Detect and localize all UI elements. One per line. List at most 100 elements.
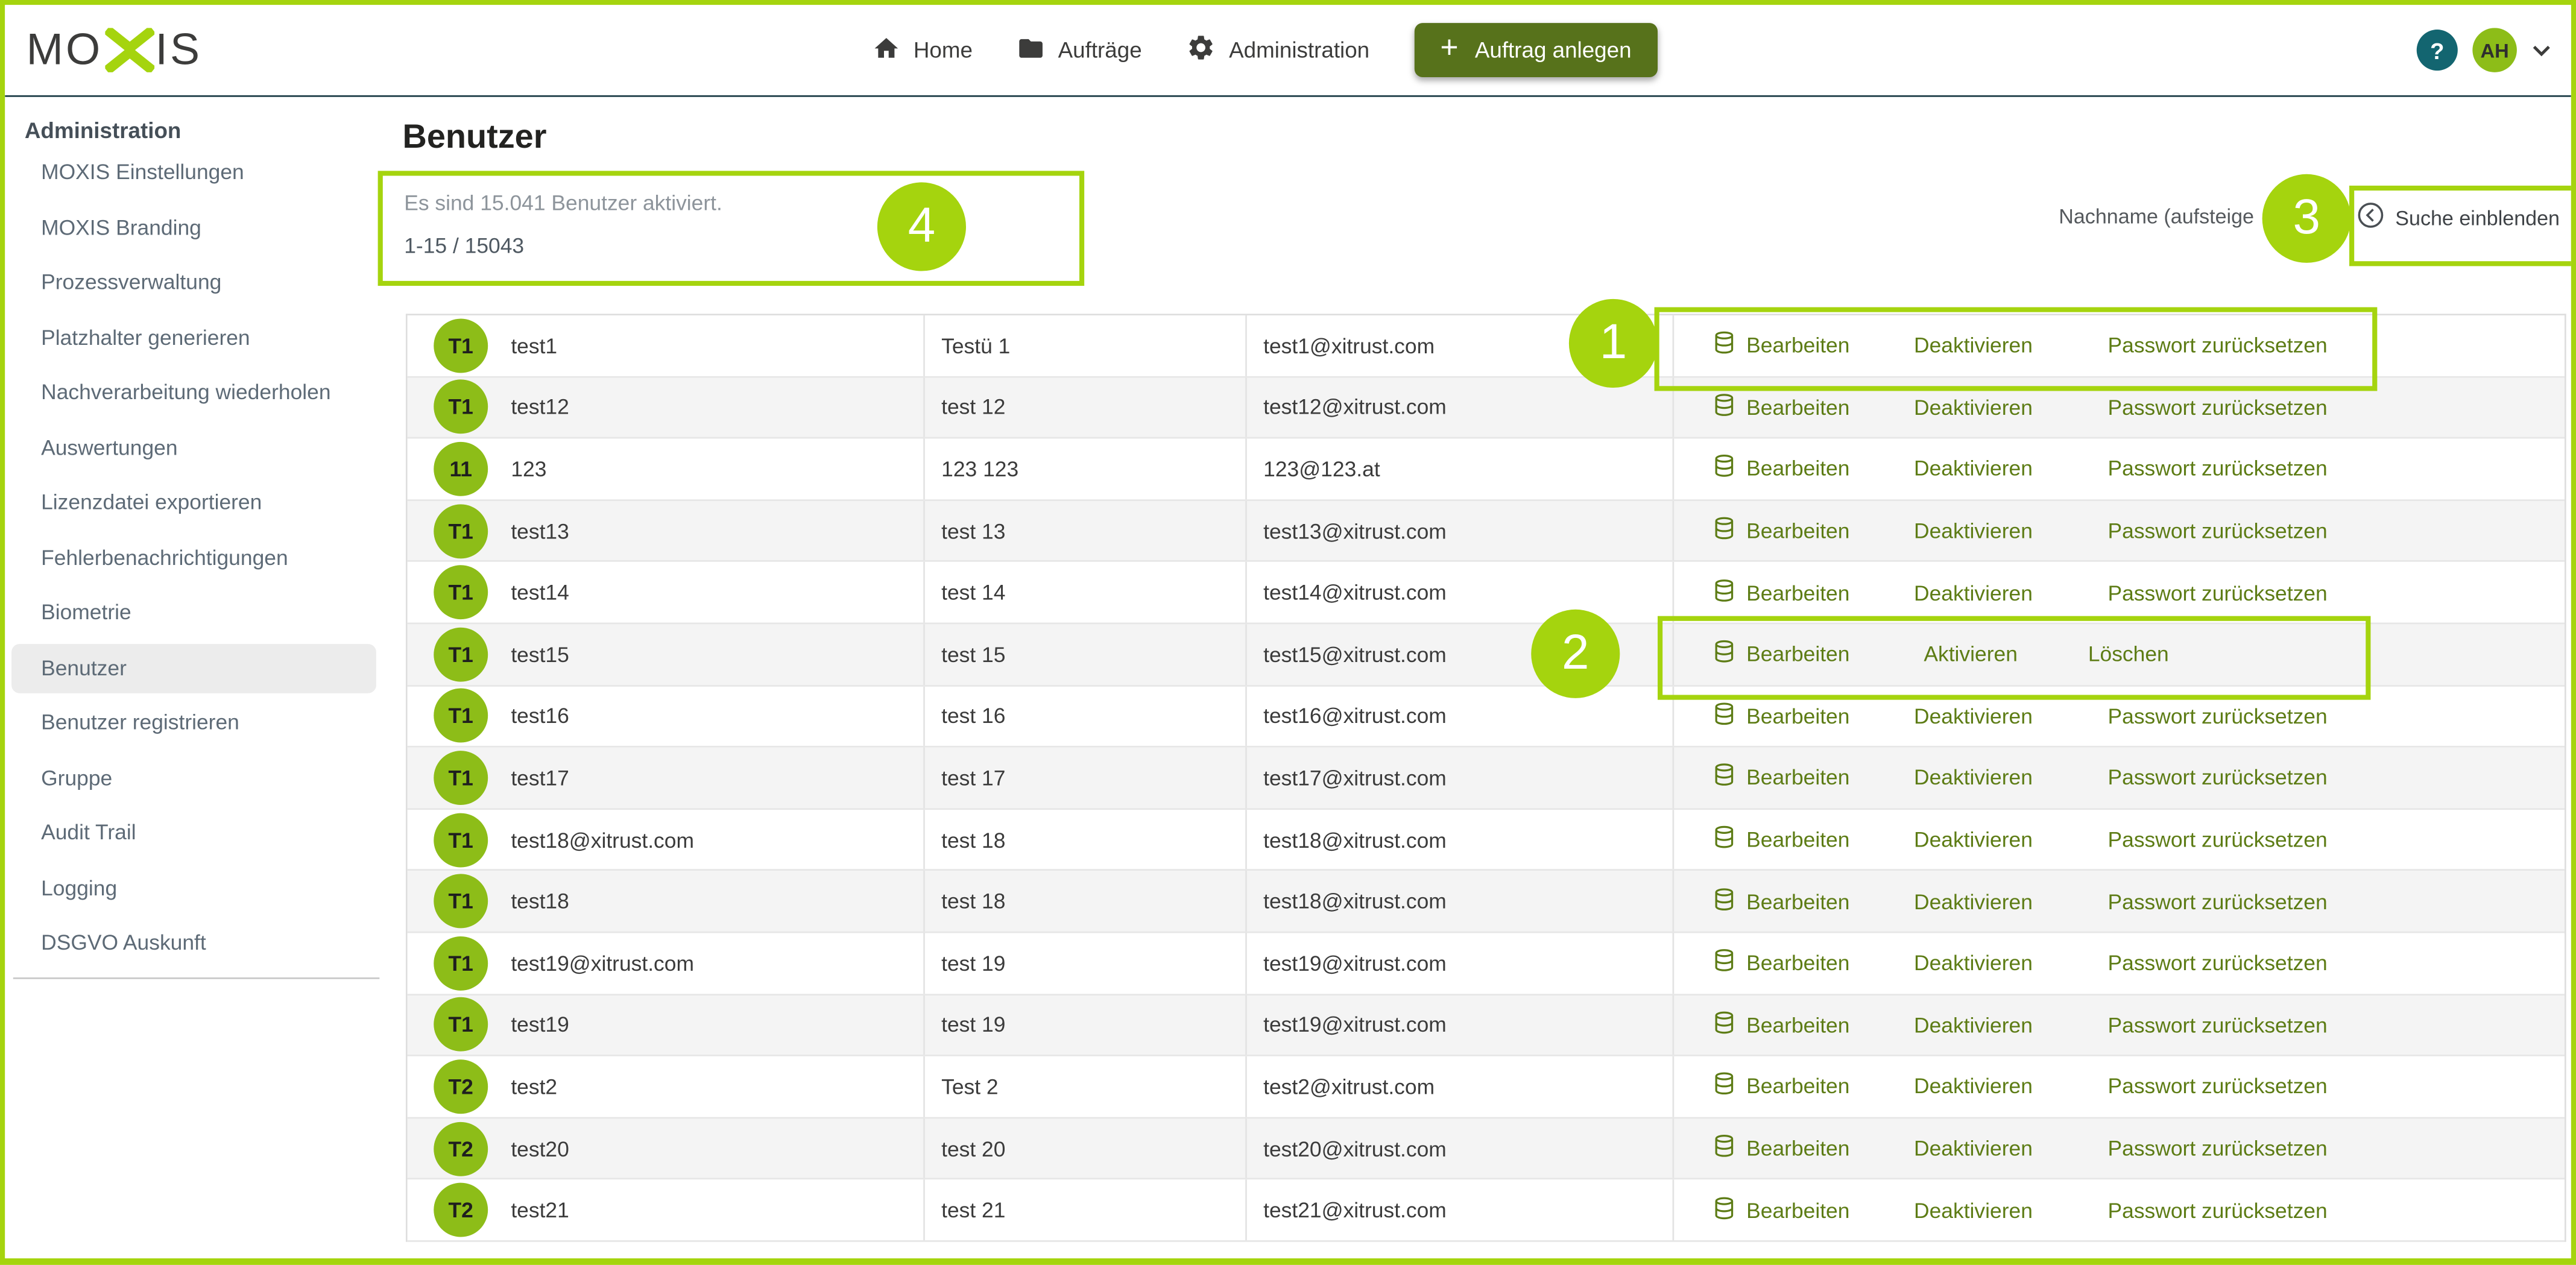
user-avatar: 11 — [434, 442, 488, 496]
action-deaktivieren[interactable]: Deaktivieren — [1914, 1197, 2033, 1222]
database-icon — [1714, 1134, 1735, 1162]
cell-username: T1test19@xitrust.com — [408, 933, 923, 993]
cell-actions: Bearbeiten Deaktivieren Passwort zurückset… — [1673, 995, 2565, 1055]
action-bearbeiten[interactable]: Bearbeiten — [1714, 455, 1850, 483]
action-deaktivieren[interactable]: Deaktivieren — [1914, 827, 2033, 852]
action-passwort-zur-cksetzen[interactable]: Passwort zurücksetzen — [2108, 1012, 2328, 1037]
sidebar-item-auswertungen[interactable]: Auswertungen — [41, 431, 177, 464]
action-passwort-zur-cksetzen[interactable]: Passwort zurücksetzen — [2108, 1074, 2328, 1099]
sidebar-item-dsgvo-auskunft[interactable]: DSGVO Auskunft — [41, 927, 206, 959]
action-bearbeiten[interactable]: Bearbeiten — [1714, 949, 1850, 977]
action-passwort-zur-cksetzen[interactable]: Passwort zurücksetzen — [2108, 1136, 2328, 1161]
action-deaktivieren[interactable]: Deaktivieren — [1914, 889, 2033, 913]
nav-home[interactable]: Home — [873, 34, 973, 66]
sidebar-item-audit-trail[interactable]: Audit Trail — [41, 816, 136, 849]
sidebar-item-prozessverwaltung[interactable]: Prozessverwaltung — [41, 266, 221, 298]
action-deaktivieren[interactable]: Deaktivieren — [1914, 951, 2033, 976]
action-deaktivieren[interactable]: Deaktivieren — [1914, 765, 2033, 790]
action-deaktivieren[interactable]: Deaktivieren — [1914, 704, 2033, 728]
annotation-circle-3: 3 — [2262, 174, 2351, 263]
cell-username: T1test17 — [408, 748, 923, 808]
moxis-logo[interactable]: MO IS — [27, 5, 203, 95]
action-passwort-zur-cksetzen[interactable]: Passwort zurücksetzen — [2108, 765, 2328, 790]
sidebar-item-logging[interactable]: Logging — [41, 871, 117, 904]
database-icon — [1714, 640, 1735, 668]
cell-fullname: test 14 — [923, 563, 1245, 623]
sidebar-item-moxis-einstellungen[interactable]: MOXIS Einstellungen — [41, 156, 244, 189]
cell-username: T1 test14 — [408, 563, 923, 623]
action-bearbeiten[interactable]: Bearbeiten — [1714, 640, 1850, 668]
action-passwort-zur-cksetzen[interactable]: Passwort zurücksetzen — [2108, 333, 2328, 358]
cell-email: test21@xitrust.com — [1245, 1180, 1672, 1240]
action-deaktivieren[interactable]: Deaktivieren — [1914, 519, 2033, 543]
sidebar-item-platzhalter-generieren[interactable]: Platzhalter generieren — [41, 321, 250, 354]
cell-actions: Bearbeiten Deaktivieren Passwort zurückset… — [1673, 871, 2565, 932]
action-deaktivieren[interactable]: Deaktivieren — [1914, 1012, 2033, 1037]
action-bearbeiten[interactable]: Bearbeiten — [1714, 764, 1850, 792]
action-deaktivieren[interactable]: Deaktivieren — [1914, 580, 2033, 605]
help-button[interactable]: ? — [2417, 30, 2458, 71]
cell-username: T1test15 — [408, 624, 923, 684]
logo-text-is: IS — [155, 25, 202, 75]
action-deaktivieren[interactable]: Deaktivieren — [1914, 1074, 2033, 1099]
action-deaktivieren[interactable]: Deaktivieren — [1914, 1136, 2033, 1161]
sort-dropdown[interactable]: Nachname (aufsteige — [2059, 206, 2254, 229]
action-bearbeiten[interactable]: Bearbeiten — [1714, 332, 1850, 359]
home-icon — [873, 34, 900, 66]
action-l-schen[interactable]: Löschen — [2088, 642, 2169, 667]
cell-username: T1test1 — [408, 315, 923, 376]
action-deaktivieren[interactable]: Deaktivieren — [1914, 456, 2033, 481]
sidebar-item-benutzer[interactable]: Benutzer — [41, 651, 127, 684]
chevron-down-icon[interactable] — [2531, 36, 2551, 65]
action-bearbeiten[interactable]: Bearbeiten — [1714, 1073, 1850, 1100]
sidebar-item-moxis-branding[interactable]: MOXIS Branding — [41, 211, 201, 244]
action-deaktivieren[interactable]: Deaktivieren — [1914, 395, 2033, 420]
sidebar-item-gruppe[interactable]: Gruppe — [41, 762, 112, 794]
action-bearbeiten[interactable]: Bearbeiten — [1714, 578, 1850, 606]
cell-email: test18@xitrust.com — [1245, 871, 1672, 932]
nav-auftraege[interactable]: Aufträge — [1017, 34, 1142, 66]
username-text: test19@xitrust.com — [511, 951, 694, 976]
user-avatar: T1 — [434, 566, 488, 620]
cell-actions: Bearbeiten Deaktivieren Passwort zurückset… — [1673, 315, 2565, 376]
sidebar-item-fehlerbenachrichtigungen[interactable]: Fehlerbenachrichtigungen — [41, 541, 288, 574]
action-bearbeiten[interactable]: Bearbeiten — [1714, 1134, 1850, 1162]
avatar[interactable]: AH — [2472, 28, 2517, 72]
action-passwort-zur-cksetzen[interactable]: Passwort zurücksetzen — [2108, 889, 2328, 913]
action-passwort-zur-cksetzen[interactable]: Passwort zurücksetzen — [2108, 580, 2328, 605]
user-table: T1test1Testü 1test1@xitrust.comBearbeite… — [406, 314, 2566, 1241]
table-row: T1test12test 12test12@xitrust.comBearbei… — [408, 377, 2565, 439]
action-aktivieren[interactable]: Aktivieren — [1924, 642, 2018, 667]
action-bearbeiten[interactable]: Bearbeiten — [1714, 1011, 1850, 1038]
sidebar-item-nachverarbeitung-wiederholen[interactable]: Nachverarbeitung wiederholen — [41, 376, 330, 409]
action-passwort-zur-cksetzen[interactable]: Passwort zurücksetzen — [2108, 704, 2328, 728]
action-bearbeiten[interactable]: Bearbeiten — [1714, 517, 1850, 544]
action-deaktivieren[interactable]: Deaktivieren — [1914, 333, 2033, 358]
action-bearbeiten[interactable]: Bearbeiten — [1714, 702, 1850, 730]
action-passwort-zur-cksetzen[interactable]: Passwort zurücksetzen — [2108, 951, 2328, 976]
username-text: test14 — [511, 580, 569, 605]
action-bearbeiten[interactable]: Bearbeiten — [1714, 393, 1850, 421]
sidebar-item-lizenzdatei-exportieren[interactable]: Lizenzdatei exportieren — [41, 486, 262, 519]
action-bearbeiten[interactable]: Bearbeiten — [1714, 825, 1850, 853]
action-passwort-zur-cksetzen[interactable]: Passwort zurücksetzen — [2108, 395, 2328, 420]
create-auftrag-button[interactable]: + Auftrag anlegen — [1414, 23, 1658, 77]
action-bearbeiten[interactable]: Bearbeiten — [1714, 1196, 1850, 1224]
cell-actions: Bearbeiten Deaktivieren Passwort zurückset… — [1673, 500, 2565, 561]
action-bearbeiten[interactable]: Bearbeiten — [1714, 888, 1850, 915]
show-search-button[interactable]: Suche einblenden — [2358, 202, 2560, 233]
sidebar-item-biometrie[interactable]: Biometrie — [41, 596, 131, 629]
table-row: T2test21test 21test21@xitrust.comBearbei… — [408, 1180, 2565, 1241]
cell-actions: Bearbeiten Deaktivieren Passwort zurückset… — [1673, 933, 2565, 993]
cell-email: test15@xitrust.com — [1245, 624, 1672, 684]
action-passwort-zur-cksetzen[interactable]: Passwort zurücksetzen — [2108, 519, 2328, 543]
sidebar-item-benutzer-registrieren[interactable]: Benutzer registrieren — [41, 707, 239, 739]
user-avatar: T1 — [434, 318, 488, 373]
action-label: Bearbeiten — [1746, 1074, 1849, 1099]
action-passwort-zur-cksetzen[interactable]: Passwort zurücksetzen — [2108, 456, 2328, 481]
table-row: T1test13test 13test13@xitrust.comBearbei… — [408, 500, 2565, 562]
action-passwort-zur-cksetzen[interactable]: Passwort zurücksetzen — [2108, 827, 2328, 852]
cell-email: test14@xitrust.com — [1245, 563, 1672, 623]
action-passwort-zur-cksetzen[interactable]: Passwort zurücksetzen — [2108, 1197, 2328, 1222]
nav-administration[interactable]: Administration — [1186, 33, 1369, 67]
